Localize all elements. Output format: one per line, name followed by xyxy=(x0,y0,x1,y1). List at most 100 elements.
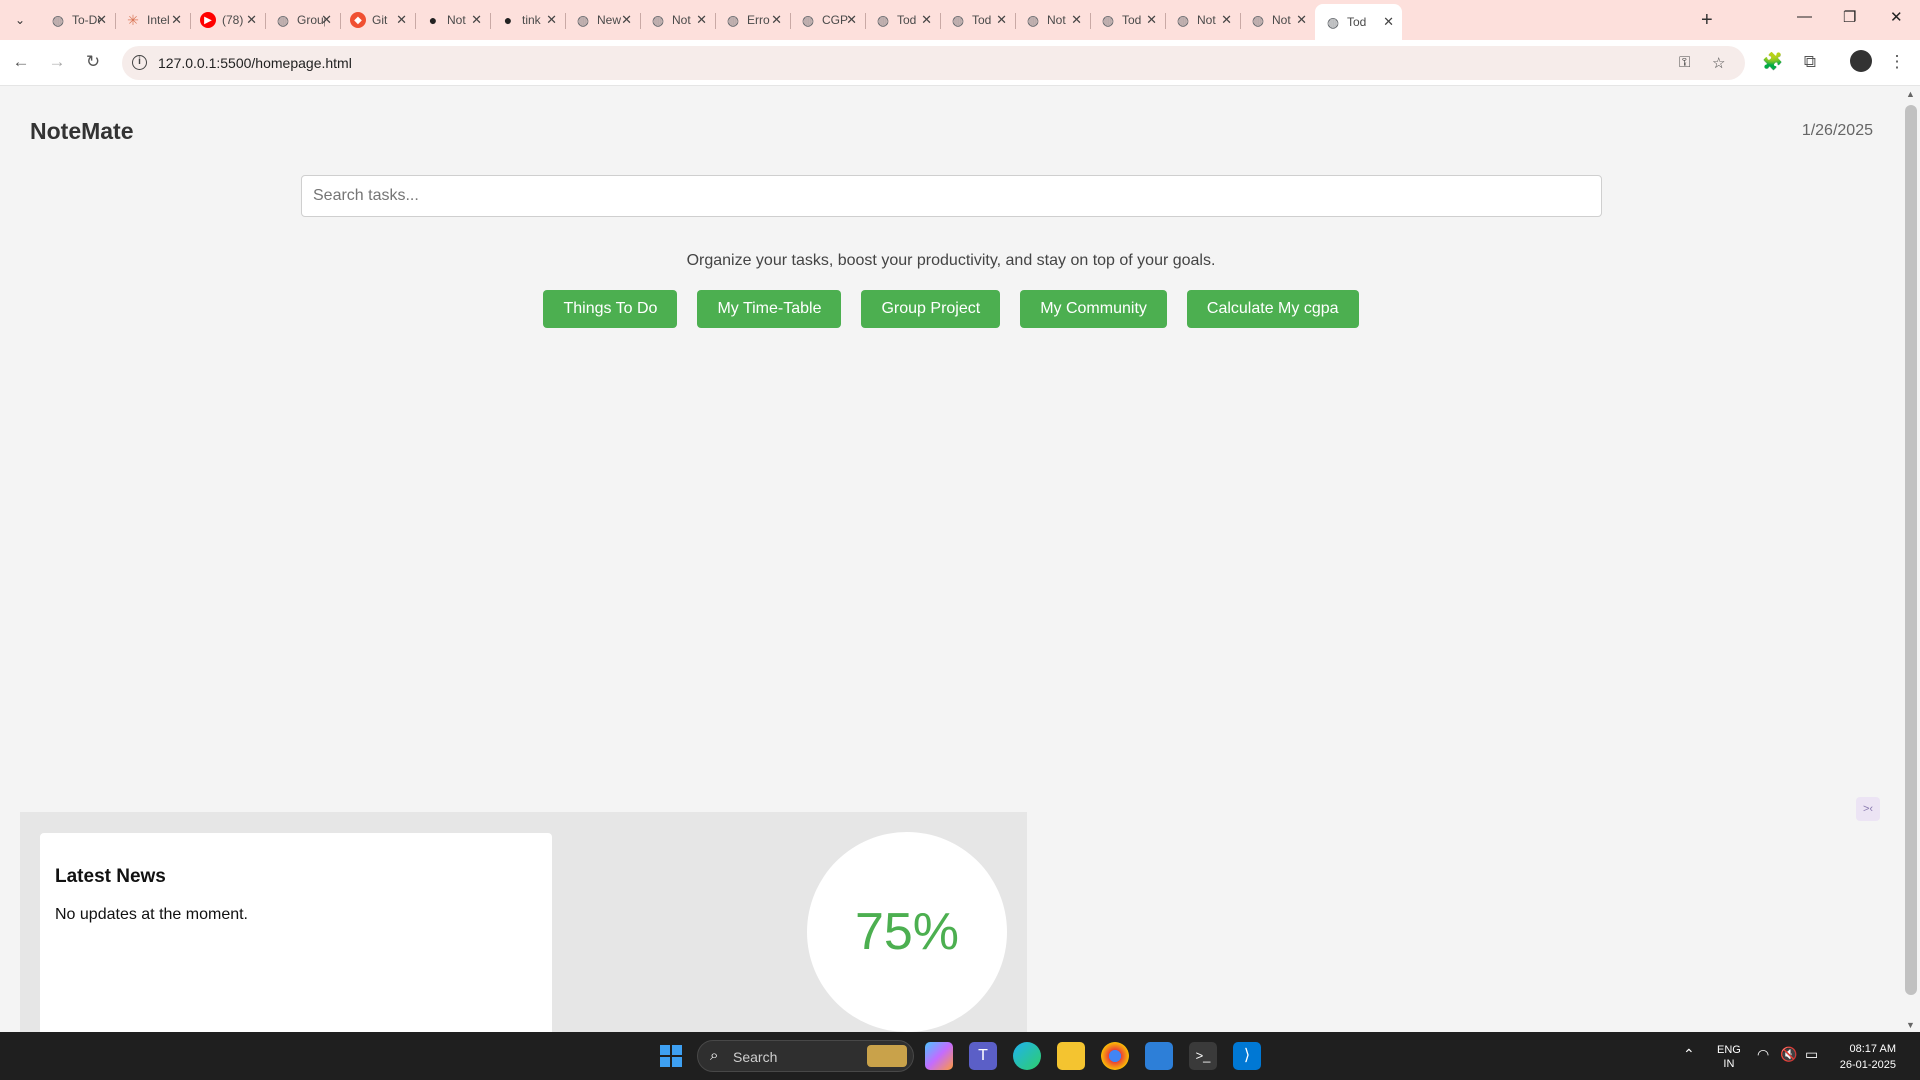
tab-close-icon[interactable]: ✕ xyxy=(621,12,632,28)
browser-tab[interactable]: ◍Group✕ xyxy=(265,6,341,34)
menu-kebab-icon[interactable]: ⋮ xyxy=(1886,52,1908,72)
wifi-icon[interactable]: ◠ xyxy=(1757,1046,1769,1063)
extension-puzzle-colored-icon[interactable]: 🧩 xyxy=(1762,52,1784,72)
search-highlight-image xyxy=(867,1045,907,1067)
tab-title: Tod xyxy=(1347,15,1367,29)
tab-close-icon[interactable]: ✕ xyxy=(996,12,1007,28)
current-date: 1/26/2025 xyxy=(1801,122,1873,139)
language-indicator[interactable]: ENG IN xyxy=(1717,1043,1741,1071)
browser-tab[interactable]: ◍ Tod ✕ xyxy=(940,6,1016,34)
address-bar[interactable]: i 127.0.0.1:5500/homepage.html ⚿ ☆ xyxy=(122,46,1745,80)
tab-search-chevron-icon[interactable]: ⌄ xyxy=(8,8,32,32)
close-window-icon[interactable]: ✕ xyxy=(1890,8,1903,26)
battery-icon[interactable]: ▭ xyxy=(1805,1046,1818,1063)
region-code: IN xyxy=(1723,1058,1735,1070)
address-url[interactable]: 127.0.0.1:5500/homepage.html xyxy=(158,55,352,71)
tab-strip: ⌄ ◍To-Do✕✳Intel✕▶(78)✕◍Group✕◆Git✕●Not✕●… xyxy=(0,0,1920,40)
globe-icon: ◍ xyxy=(1176,11,1190,28)
tray-chevron-up-icon[interactable]: ⌃ xyxy=(1683,1046,1695,1063)
tab-close-icon[interactable]: ✕ xyxy=(921,12,932,28)
group-project-button[interactable]: Group Project xyxy=(861,290,1001,328)
scroll-thumb[interactable] xyxy=(1905,105,1917,995)
browser-tab[interactable]: ▶ (78) ✕ xyxy=(190,6,266,34)
browser-tab[interactable]: ◍ Not ✕ xyxy=(1165,6,1241,34)
copilot-icon[interactable] xyxy=(925,1042,953,1070)
browser-tab[interactable]: ◍ New ✕ xyxy=(565,6,641,34)
globe-icon: ◍ xyxy=(876,11,890,28)
terminal-icon[interactable]: >_ xyxy=(1189,1042,1217,1070)
tab-close-icon[interactable]: ✕ xyxy=(846,12,857,28)
browser-tab[interactable]: ◍ CGP ✕ xyxy=(790,6,866,34)
browser-tab[interactable]: ◆ Git ✕ xyxy=(340,6,416,34)
site-info-icon[interactable]: i xyxy=(132,55,147,70)
windows-taskbar: ⌕ Search T >_ ⟩ ⌃ ENG IN ◠ 🔇 ▭ 08:17 AM … xyxy=(0,1032,1920,1080)
browser-tab[interactable]: ● tink ✕ xyxy=(490,6,566,34)
teams-icon[interactable]: T xyxy=(969,1042,997,1070)
browser-tab[interactable]: ◍To-Do✕ xyxy=(40,6,116,34)
taskbar-search-label: Search xyxy=(733,1049,778,1065)
minimize-icon[interactable]: — xyxy=(1797,8,1812,25)
scroll-up-arrow-icon[interactable]: ▲ xyxy=(1906,89,1915,99)
globe-icon: ◍ xyxy=(1326,13,1340,30)
browser-tab[interactable]: ◍ Not ✕ xyxy=(640,6,716,34)
cgpa-calculator-button[interactable]: Calculate My cgpa xyxy=(1186,290,1359,328)
restore-icon[interactable]: ❐ xyxy=(1843,8,1856,26)
tab-close-icon[interactable]: ✕ xyxy=(1146,12,1157,28)
live-server-icon[interactable]: >‹ xyxy=(1856,797,1880,821)
file-explorer-icon[interactable] xyxy=(1057,1042,1085,1070)
new-tab-plus-icon[interactable]: + xyxy=(1701,8,1713,32)
app-logo-title: NoteMate xyxy=(30,118,134,144)
tab-close-icon[interactable]: ✕ xyxy=(396,12,407,28)
vscode-icon[interactable]: ⟩ xyxy=(1233,1042,1261,1070)
tab-close-icon[interactable]: ✕ xyxy=(771,12,782,28)
github-icon: ● xyxy=(428,12,438,28)
reload-icon[interactable]: ↻ xyxy=(82,52,104,72)
search-icon: ⌕ xyxy=(710,1047,719,1064)
forward-arrow-icon[interactable]: → xyxy=(46,52,68,72)
browser-tab[interactable]: ● Not ✕ xyxy=(415,6,491,34)
things-to-do-button[interactable]: Things To Do xyxy=(543,290,678,328)
tab-close-icon[interactable]: ✕ xyxy=(321,12,332,28)
browser-tab[interactable]: ◍ Not ✕ xyxy=(1240,6,1316,34)
back-arrow-icon[interactable]: ← xyxy=(10,52,32,72)
tab-close-icon[interactable]: ✕ xyxy=(1221,12,1232,28)
tab-close-icon[interactable]: ✕ xyxy=(171,12,182,28)
browser-tab[interactable]: ◍ Tod ✕ xyxy=(1090,6,1166,34)
globe-icon: ◍ xyxy=(1101,11,1115,28)
time-table-button[interactable]: My Time-Table xyxy=(697,290,842,328)
tab-close-icon[interactable]: ✕ xyxy=(1383,14,1394,30)
chrome-icon[interactable] xyxy=(1101,1042,1129,1070)
tab-close-icon[interactable]: ✕ xyxy=(246,12,257,28)
windows-start-icon[interactable] xyxy=(660,1045,682,1067)
notepad-icon[interactable] xyxy=(1145,1042,1173,1070)
extensions-icon[interactable]: ⧉ xyxy=(1799,52,1821,72)
taskbar-search[interactable]: ⌕ Search xyxy=(697,1040,914,1072)
language-code: ENG xyxy=(1717,1044,1741,1056)
system-clock[interactable]: 08:17 AM 26-01-2025 xyxy=(1836,1041,1896,1073)
browser-tab[interactable]: ◍ Erro ✕ xyxy=(715,6,791,34)
tab-close-icon[interactable]: ✕ xyxy=(1296,12,1307,28)
globe-icon: ◍ xyxy=(651,11,665,28)
browser-tab[interactable]: ◍ Tod ✕ xyxy=(865,6,941,34)
dashboard-section: Latest News No updates at the moment. 75… xyxy=(20,812,1027,1032)
news-body: No updates at the moment. xyxy=(55,906,248,923)
speaker-muted-icon[interactable]: 🔇 xyxy=(1780,1046,1797,1063)
tab-close-icon[interactable]: ✕ xyxy=(546,12,557,28)
edge-icon[interactable] xyxy=(1013,1042,1041,1070)
profile-avatar[interactable] xyxy=(1850,50,1872,72)
browser-tab[interactable]: ✳ Intel ✕ xyxy=(115,6,191,34)
password-key-icon[interactable]: ⚿ xyxy=(1679,54,1690,71)
tab-close-icon[interactable]: ✕ xyxy=(696,12,707,28)
browser-tab[interactable]: ◍ Tod ✕ xyxy=(1315,4,1402,40)
community-button[interactable]: My Community xyxy=(1020,290,1167,328)
globe-icon: ◍ xyxy=(276,11,290,28)
tab-close-icon[interactable]: ✕ xyxy=(96,12,107,28)
task-search-input[interactable] xyxy=(301,175,1602,217)
bookmark-star-icon[interactable]: ☆ xyxy=(1712,54,1725,72)
tab-close-icon[interactable]: ✕ xyxy=(1071,12,1082,28)
youtube-icon: ▶ xyxy=(200,12,216,28)
scroll-down-arrow-icon[interactable]: ▼ xyxy=(1906,1020,1915,1030)
browser-tab[interactable]: ◍ Not ✕ xyxy=(1015,6,1091,34)
tab-close-icon[interactable]: ✕ xyxy=(471,12,482,28)
page-scrollbar[interactable]: ▲ ▼ xyxy=(1902,87,1920,1032)
